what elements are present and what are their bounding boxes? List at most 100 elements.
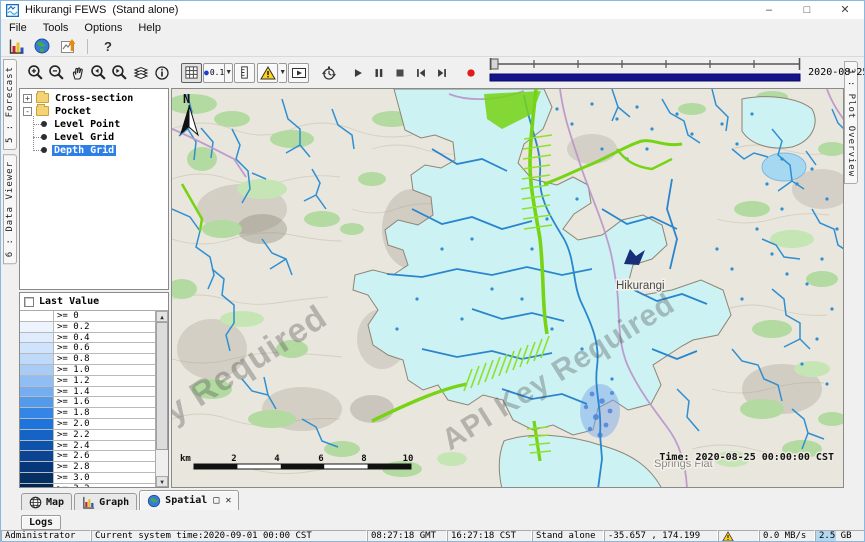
warnings-button[interactable] [257, 63, 278, 83]
legend-row-label: >= 2.4 [54, 441, 155, 451]
legend-row-label: >= 0.8 [54, 354, 155, 364]
legend-row: >= 1.6 [20, 397, 155, 408]
tree-item-label[interactable]: Pocket [53, 106, 93, 117]
legend-swatch [20, 333, 54, 343]
legend-row: >= 2.2 [20, 430, 155, 441]
left-tab-strip: 5 : Forecast 6 : Data Viewer [1, 57, 19, 488]
stop-button[interactable] [389, 63, 410, 83]
tab-graph[interactable]: Graph [74, 493, 137, 510]
map-time-label: Time: 2020-08-25 00:00:00 CST [659, 451, 834, 463]
bullet-icon [41, 134, 47, 140]
help-button[interactable]: ? [96, 39, 120, 54]
svg-text:6: 6 [318, 454, 323, 464]
contour-scale-button[interactable]: ● 0.1 [203, 63, 225, 83]
tree-item-cross-section[interactable]: + Cross-section [23, 92, 168, 104]
tab-close-icon[interactable]: ✕ [225, 495, 231, 506]
zoom-in-button[interactable] [25, 63, 46, 83]
tab-graph-label: Graph [99, 497, 129, 508]
tab-map[interactable]: Map [21, 493, 72, 510]
svg-text:2: 2 [231, 454, 236, 464]
legend-row-label: >= 1.0 [54, 365, 155, 375]
legend-row: >= 1.4 [20, 387, 155, 398]
tree-item-level-point[interactable]: Level Point [29, 118, 168, 130]
timeline-thumb[interactable] [491, 59, 498, 69]
zoom-next-button[interactable] [109, 63, 130, 83]
scroll-up-icon[interactable]: ▲ [156, 311, 168, 322]
menu-help[interactable]: Help [130, 22, 169, 34]
scrollbar-thumb[interactable] [156, 322, 168, 450]
map-display-button[interactable] [31, 37, 53, 56]
bottom-bar: Map Graph Spatial □ ✕ [1, 488, 864, 530]
last-value-label: Last Value [39, 296, 99, 307]
dot-icon: ● [204, 68, 209, 77]
tab-data-viewer[interactable]: 6 : Data Viewer [3, 154, 17, 264]
record-button[interactable] [460, 63, 481, 83]
legend-row: >= 2.8 [20, 462, 155, 473]
legend-swatch [20, 387, 54, 397]
tree-item-label[interactable]: Level Grid [52, 132, 116, 143]
tree-item-label-selected[interactable]: Depth Grid [52, 145, 116, 156]
maximize-button[interactable]: □ [788, 1, 826, 19]
map-view[interactable]: API Key Required API Key Required N Hiku… [171, 88, 844, 488]
zoom-previous-button[interactable] [88, 63, 109, 83]
right-tab-strip: 3 : Plot Overview [844, 57, 864, 488]
status-mode: Stand alone [532, 530, 604, 542]
warning-icon [260, 65, 276, 81]
lake [762, 153, 806, 181]
contour-scale-dropdown[interactable]: ▼ [225, 63, 233, 83]
pause-icon [372, 66, 386, 80]
grid-toggle-button[interactable] [181, 63, 202, 83]
menu-tools[interactable]: Tools [35, 22, 77, 34]
tab-forecast[interactable]: 5 : Forecast [3, 59, 17, 150]
expand-icon[interactable]: + [23, 94, 32, 103]
legend-row-label: >= 1.2 [54, 376, 155, 386]
time-settings-button[interactable] [318, 63, 339, 83]
close-button[interactable]: ✕ [826, 1, 864, 19]
legend-scrollbar[interactable]: ▲ ▼ [155, 311, 168, 487]
ruler-button[interactable] [234, 63, 255, 83]
to-start-button[interactable] [410, 63, 431, 83]
tab-plot-overview[interactable]: 3 : Plot Overview [844, 61, 858, 184]
legend-row-label: >= 0.4 [54, 333, 155, 343]
tree-item-level-grid[interactable]: Level Grid [29, 131, 168, 143]
legend-swatch [20, 419, 54, 429]
play-button[interactable] [347, 63, 368, 83]
collapse-icon[interactable]: - [23, 107, 32, 116]
menu-options[interactable]: Options [76, 22, 130, 34]
forecast-manager-button[interactable] [5, 37, 27, 56]
info-button[interactable] [151, 63, 172, 83]
movie-icon [291, 65, 307, 81]
pause-button[interactable] [368, 63, 389, 83]
legend-row-label: >= 0.6 [54, 343, 155, 353]
layers-button[interactable] [130, 63, 151, 83]
status-warning-icon [722, 531, 734, 542]
pan-button[interactable] [67, 63, 88, 83]
status-warning-cell[interactable] [718, 530, 759, 542]
minimize-button[interactable]: – [750, 1, 788, 19]
animation-button[interactable] [288, 63, 309, 83]
map-canvas[interactable]: API Key Required API Key Required N Hiku… [172, 89, 844, 488]
tab-spatial[interactable]: Spatial □ ✕ [139, 490, 239, 510]
to-end-button[interactable] [431, 63, 452, 83]
window-title: Hikurangi FEWS (Stand alone) [25, 4, 178, 16]
toolbar-separator [87, 39, 88, 54]
zoom-next-icon [111, 64, 128, 81]
warnings-dropdown[interactable]: ▼ [279, 63, 287, 83]
timeline-slider[interactable] [489, 57, 801, 89]
bullet-icon [41, 121, 47, 127]
tree-item-pocket[interactable]: - Pocket [23, 105, 168, 117]
last-value-checkbox[interactable] [24, 297, 34, 307]
scroll-down-icon[interactable]: ▼ [156, 476, 168, 487]
tree-item-depth-grid[interactable]: Depth Grid [29, 144, 168, 156]
legend-swatch [20, 365, 54, 375]
timeseries-dialog-button[interactable] [57, 37, 79, 56]
tree-item-label[interactable]: Level Point [52, 119, 122, 130]
legend-row: >= 1.0 [20, 365, 155, 376]
menu-file[interactable]: File [1, 22, 35, 34]
tree-item-label[interactable]: Cross-section [53, 93, 135, 104]
map-toolbar: ● 0.1 ▼ ▼ [19, 57, 844, 88]
zoom-out-icon [48, 64, 65, 81]
tab-maximize-icon[interactable]: □ [213, 495, 219, 506]
zoom-out-button[interactable] [46, 63, 67, 83]
logs-button[interactable]: Logs [21, 515, 61, 530]
